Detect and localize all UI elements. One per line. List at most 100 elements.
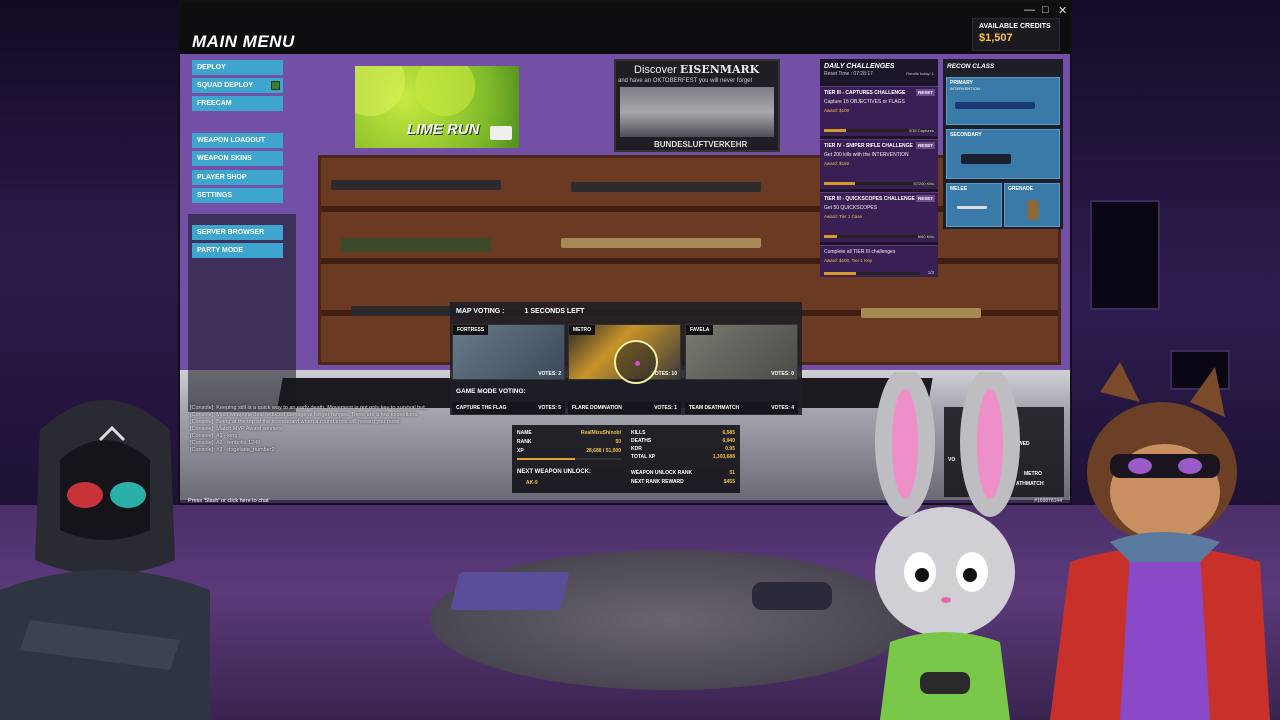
smg-icon (961, 154, 1011, 164)
recon-class-panel: RECON CLASS PRIMARY INTERVENTION SECONDA… (943, 59, 1063, 229)
wall-poster (1090, 200, 1160, 310)
primary-weapon-name: INTERVENTION (950, 86, 980, 91)
settings-button[interactable]: SETTINGS (192, 188, 283, 203)
chat-line: [Console]: Being at the top of the score… (190, 419, 401, 425)
stat-label: TOTAL XP (631, 454, 656, 460)
stat-value: 6,585 (722, 430, 735, 436)
stream-scene: — □ ✕ MAIN MENU AVAILABLE CREDITS $1,507… (0, 0, 1280, 720)
freecam-button[interactable]: FREECAM (192, 96, 283, 111)
mode-option-tdm[interactable]: TEAM DEATHMATCH VOTES: 4 (685, 402, 798, 414)
party-mode-button[interactable]: PARTY MODE (192, 243, 283, 258)
player-stats-panel: NAME RealMizuShinobi RANK 50 XP 28,688 / 51… (512, 425, 740, 493)
challenge-reset-button[interactable]: RESET (915, 142, 935, 149)
stat-label: KDR (631, 446, 642, 452)
next-unlock-label: NEXT WEAPON UNLOCK: (517, 469, 591, 475)
unlock-rank-value: 51 (729, 470, 735, 476)
chat-line: [Console]: #1 - king (190, 433, 238, 439)
challenge-final-progress-bar (824, 272, 920, 275)
daily-challenges-panel: DAILY CHALLENGES Reset Time : 07:28:17 R… (820, 59, 938, 277)
challenge-title: TIER III - QUICKSCOPES CHALLENGE (824, 196, 915, 202)
challenges-reset-time: Reset Time : 07:28:17 (824, 71, 873, 77)
challenge-desc: Capture 15 OBJECTIVES or FLAGS (824, 99, 905, 105)
room-rug (430, 550, 910, 690)
chat-line: [Console]: #3 - dogelatte_number2 (190, 447, 275, 453)
challenge-award: Award: $100 (824, 108, 850, 113)
grenade-label: GRENADE (1008, 186, 1034, 192)
credits-panel: AVAILABLE CREDITS $1,507 (972, 18, 1060, 51)
map-name: FAVELA (686, 325, 714, 335)
sniper-rifle-icon (955, 102, 1035, 109)
challenge-reset-button[interactable]: RESET (915, 89, 935, 96)
weapon-skins-button[interactable]: WEAPON SKINS (192, 151, 283, 166)
game-mode-voting-title: GAME MODE VOTING: (456, 388, 526, 395)
stat-label: KILLS (631, 430, 646, 436)
eisenmark-prefix: Discover (634, 64, 677, 76)
header-bar: — □ ✕ MAIN MENU AVAILABLE CREDITS $1,507 (180, 2, 1070, 54)
challenge-progress: 57/200 Kills (913, 181, 934, 186)
stat-label: RANK (517, 439, 532, 445)
squad-deploy-checkbox[interactable] (271, 81, 280, 90)
credits-label: AVAILABLE CREDITS (979, 23, 1051, 30)
eisenmark-tagline: and have an OKTOBERFEST you will never f… (618, 78, 753, 84)
mouse-cursor-highlight (614, 340, 658, 384)
close-icon[interactable]: ✕ (1058, 4, 1067, 17)
chat-log: [Console]: Keeping still is a quick way … (190, 405, 490, 454)
minimize-icon[interactable]: — (1024, 4, 1035, 16)
squad-deploy-button[interactable]: SQUAD DEPLOY (192, 78, 283, 93)
challenge-final-progress: 1/3 (927, 270, 934, 275)
challenge-card: TIER III - CAPTURES CHALLENGE RESET Captu… (820, 86, 938, 136)
mode-option-flare-domination[interactable]: FLARE DOMINATION VOTES: 1 (568, 402, 681, 414)
fox-character (1050, 362, 1270, 720)
map-option-fortress[interactable]: FORTRESS VOTES: 2 (452, 324, 565, 380)
page-title: MAIN MENU (192, 32, 295, 51)
reward-label: NEXT RANK REWARD (631, 479, 684, 485)
eisenmark-photo (620, 87, 774, 137)
chat-line: [Console]: Match MVP Award winners: (190, 426, 284, 432)
deploy-button[interactable]: DEPLOY (192, 60, 283, 75)
challenges-title: DAILY CHALLENGES (824, 63, 895, 70)
chat-line: [Console]: #2 - tenbolts 1249 (190, 440, 261, 446)
stat-label: DEATHS (631, 438, 652, 444)
challenge-progress: 6/50 Kills (917, 234, 934, 239)
stat-value: 0.95 (725, 446, 735, 452)
map-votes: VOTES: 0 (771, 371, 794, 377)
server-browser-button[interactable]: SERVER BROWSER (192, 225, 283, 240)
credits-amount: $1,507 (979, 32, 1013, 44)
stat-value: 28,688 / 51,000 (586, 448, 621, 454)
record-player (450, 572, 570, 610)
challenges-rerolls: Rerolls today: 1 (906, 71, 934, 76)
stat-value: 6,940 (722, 438, 735, 444)
eisenmark-footer: BUNDESLUFTVERKEHR (654, 140, 748, 149)
eisenmark-brand: EISENMARK (679, 63, 760, 76)
melee-slot[interactable]: MELEE (946, 183, 1002, 227)
challenge-final-card: Complete all TIER III challenges Award: … (820, 245, 938, 277)
bunny-character (875, 372, 1020, 720)
chat-line: [Console]: Keeping still is a quick way … (190, 405, 430, 411)
player-shop-button[interactable]: PLAYER SHOP (192, 170, 283, 185)
mode-votes: VOTES: 1 (654, 405, 677, 411)
mode-name: FLARE DOMINATION (572, 405, 622, 411)
lime-run-billboard: LIME RUN (355, 66, 519, 148)
maximize-icon[interactable]: □ (1042, 4, 1049, 16)
challenge-final-desc: Complete all TIER III challenges (824, 249, 896, 255)
melee-label: MELEE (950, 186, 968, 192)
challenge-award: Award: $150 (824, 161, 850, 166)
challenge-desc: Get 50 QUICKSCOPES (824, 205, 878, 211)
map-name: METRO (569, 325, 596, 335)
challenge-progress: 3/15 Captures (908, 128, 934, 133)
secondary-weapon-slot[interactable]: SECONDARY (946, 129, 1060, 179)
primary-weapon-slot[interactable]: PRIMARY INTERVENTION (946, 77, 1060, 125)
gamepad-prop (752, 582, 832, 610)
stat-value: RealMizuShinobi (581, 430, 621, 436)
challenge-award: Award: Tier 1 Case (824, 214, 863, 219)
map-name: FORTRESS (453, 325, 489, 335)
map-voting-title: MAP VOTING : (456, 308, 505, 315)
grenade-slot[interactable]: GRENADE (1004, 183, 1060, 227)
challenge-reset-button[interactable]: RESET (915, 195, 935, 202)
challenge-title: TIER IV - SNIPER RIFLE CHALLENGE (824, 143, 913, 149)
weapon-loadout-button[interactable]: WEAPON LOADOUT (192, 133, 283, 148)
hooded-character (0, 400, 210, 720)
stat-label: XP (517, 448, 524, 454)
map-option-favela[interactable]: FAVELA VOTES: 0 (685, 324, 798, 380)
mode-name: TEAM DEATHMATCH (689, 405, 740, 411)
